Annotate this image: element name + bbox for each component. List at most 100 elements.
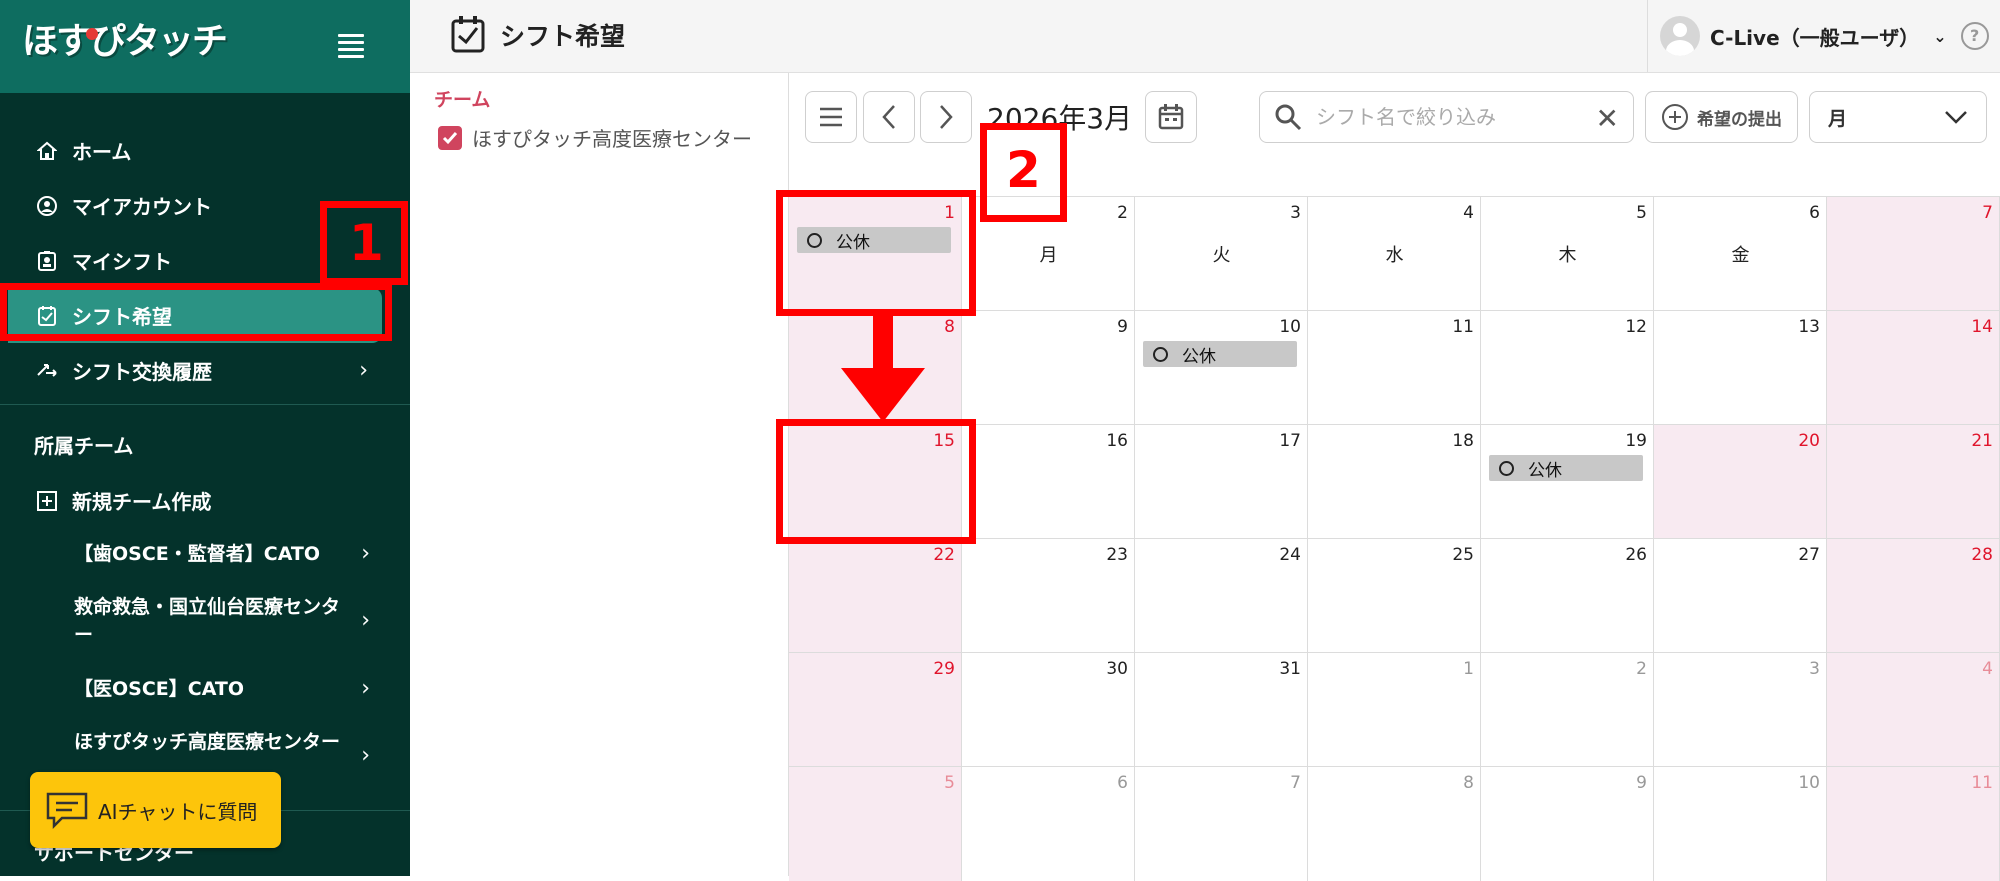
sidebar-item-home[interactable]: ホーム <box>0 123 410 178</box>
day-cell[interactable]: 5 <box>1481 197 1654 311</box>
team-filter-panel: チーム ほすぴタッチ高度医療センター <box>410 73 788 876</box>
day-number: 22 <box>933 545 955 565</box>
day-cell[interactable]: 3 <box>1654 653 1827 767</box>
day-cell[interactable]: 5 <box>789 767 962 881</box>
annotation-box-day15 <box>776 419 976 544</box>
day-cell[interactable]: 6 <box>962 767 1135 881</box>
page-title-text: シフト希望 <box>500 22 626 51</box>
day-cell[interactable]: 3 <box>1135 197 1308 311</box>
circle-icon <box>1153 346 1168 362</box>
day-number: 5 <box>944 773 955 793</box>
day-cell[interactable]: 20 <box>1654 425 1827 539</box>
day-cell[interactable]: 22 <box>789 539 962 653</box>
day-cell[interactable]: 30 <box>962 653 1135 767</box>
sidebar-item-label: シフト交換履歴 <box>72 360 212 384</box>
team-checkbox[interactable]: ほすぴタッチ高度医療センター <box>438 123 752 152</box>
date-picker-button[interactable] <box>1145 91 1197 143</box>
day-number: 9 <box>1117 317 1128 337</box>
day-cell[interactable]: 1 <box>1308 653 1481 767</box>
sidebar-item-label: マイアカウント <box>72 195 212 219</box>
team-label: 【医OSCE】CATO <box>74 678 245 700</box>
day-cell[interactable]: 11 <box>1308 311 1481 425</box>
day-cell[interactable]: 8 <box>1308 767 1481 881</box>
day-cell[interactable]: 6 <box>1654 197 1827 311</box>
new-team-label: 新規チーム作成 <box>72 490 212 514</box>
day-cell[interactable]: 28 <box>1827 539 2000 653</box>
day-cell[interactable]: 9 <box>1481 767 1654 881</box>
shift-event[interactable]: 公休 <box>1143 341 1297 367</box>
day-cell[interactable]: 21 <box>1827 425 2000 539</box>
sidebar-team-item[interactable]: 救命救急・国立仙台医療センター › <box>74 593 370 649</box>
view-mode-select[interactable]: 月 <box>1809 91 1987 143</box>
day-cell[interactable]: 18 <box>1308 425 1481 539</box>
day-cell[interactable]: 17 <box>1135 425 1308 539</box>
day-cell[interactable]: 11 <box>1827 767 2000 881</box>
menu-toggle-icon[interactable] <box>338 34 364 58</box>
team-checkbox-label: ほすぴタッチ高度医療センター <box>472 127 752 151</box>
day-number: 1 <box>1463 659 1474 679</box>
shift-search: ✕ <box>1259 91 1634 143</box>
day-cell[interactable]: 25 <box>1308 539 1481 653</box>
ai-chat-button[interactable]: AIチャットに質問 <box>30 772 281 848</box>
chevron-right-icon: › <box>361 676 370 701</box>
day-cell[interactable]: 19 公休 <box>1481 425 1654 539</box>
day-number: 3 <box>1809 659 1820 679</box>
swap-icon <box>36 360 58 382</box>
day-cell[interactable]: 4 <box>1308 197 1481 311</box>
day-cell[interactable]: 23 <box>962 539 1135 653</box>
day-number: 4 <box>1463 203 1474 223</box>
day-cell[interactable]: 16 <box>962 425 1135 539</box>
help-icon[interactable]: ? <box>1960 22 1989 50</box>
ai-chat-label: AIチャットに質問 <box>98 799 258 824</box>
clear-icon[interactable]: ✕ <box>1596 102 1619 135</box>
day-cell[interactable]: 29 <box>789 653 962 767</box>
team-label: ほすぴタッチ高度医療センター <box>74 731 341 753</box>
shift-event[interactable]: 公休 <box>1489 455 1643 481</box>
day-cell[interactable]: 14 <box>1827 311 2000 425</box>
day-cell[interactable]: 7 <box>1135 767 1308 881</box>
day-cell[interactable]: 12 <box>1481 311 1654 425</box>
submit-request-button[interactable]: 希望の提出 <box>1645 91 1798 143</box>
day-number: 13 <box>1798 317 1820 337</box>
day-number: 27 <box>1798 545 1820 565</box>
day-cell[interactable]: 24 <box>1135 539 1308 653</box>
day-cell[interactable]: 26 <box>1481 539 1654 653</box>
day-number: 10 <box>1798 773 1820 793</box>
day-cell[interactable]: 9 <box>962 311 1135 425</box>
shift-event-label: 公休 <box>1528 460 1562 481</box>
day-cell[interactable]: 4 <box>1827 653 2000 767</box>
day-cell[interactable]: 13 <box>1654 311 1827 425</box>
annotation-step2-number: 2 <box>1006 141 1041 199</box>
day-cell[interactable]: 10 公休 <box>1135 311 1308 425</box>
list-menu-button[interactable] <box>805 91 857 143</box>
annotation-box-shift-request <box>0 283 392 341</box>
plus-circle-icon <box>1662 104 1688 130</box>
sidebar-item-label: ホーム <box>72 140 132 164</box>
app-logo[interactable]: ほすぴタッチ <box>22 18 284 66</box>
sidebar-team-item[interactable]: 【医OSCE】CATO › <box>74 675 370 703</box>
day-cell[interactable]: 31 <box>1135 653 1308 767</box>
day-number: 8 <box>944 317 955 337</box>
day-cell[interactable]: 2 <box>1481 653 1654 767</box>
menu-icon <box>820 107 842 127</box>
sidebar-item-shift-swap-history[interactable]: シフト交換履歴 › <box>0 343 410 398</box>
day-cell[interactable]: 7 <box>1827 197 2000 311</box>
day-number: 8 <box>1463 773 1474 793</box>
day-number: 28 <box>1971 545 1993 565</box>
next-month-button[interactable] <box>920 91 972 143</box>
prev-month-button[interactable] <box>863 91 915 143</box>
chevron-right-icon <box>940 105 953 129</box>
checkbox-checked-icon[interactable] <box>438 125 462 150</box>
sidebar-team-item[interactable]: 【歯OSCE・監督者】CATO › <box>74 540 370 568</box>
top-bar: シフト希望 C-Live（一般ユーザ） ⌄ ? <box>410 0 2000 73</box>
day-number: 24 <box>1279 545 1301 565</box>
new-team-button[interactable]: 新規チーム作成 <box>36 486 211 515</box>
day-cell[interactable]: 10 <box>1654 767 1827 881</box>
day-cell[interactable]: 27 <box>1654 539 1827 653</box>
sidebar-team-item[interactable]: ほすぴタッチ高度医療センター › <box>74 728 370 768</box>
user-menu[interactable]: C-Live（一般ユーザ） ⌄ ? <box>1647 0 2000 72</box>
sidebar-divider <box>0 404 410 405</box>
chevron-right-icon: › <box>361 743 370 768</box>
day-number: 11 <box>1971 773 1993 793</box>
search-input[interactable] <box>1314 104 1578 130</box>
